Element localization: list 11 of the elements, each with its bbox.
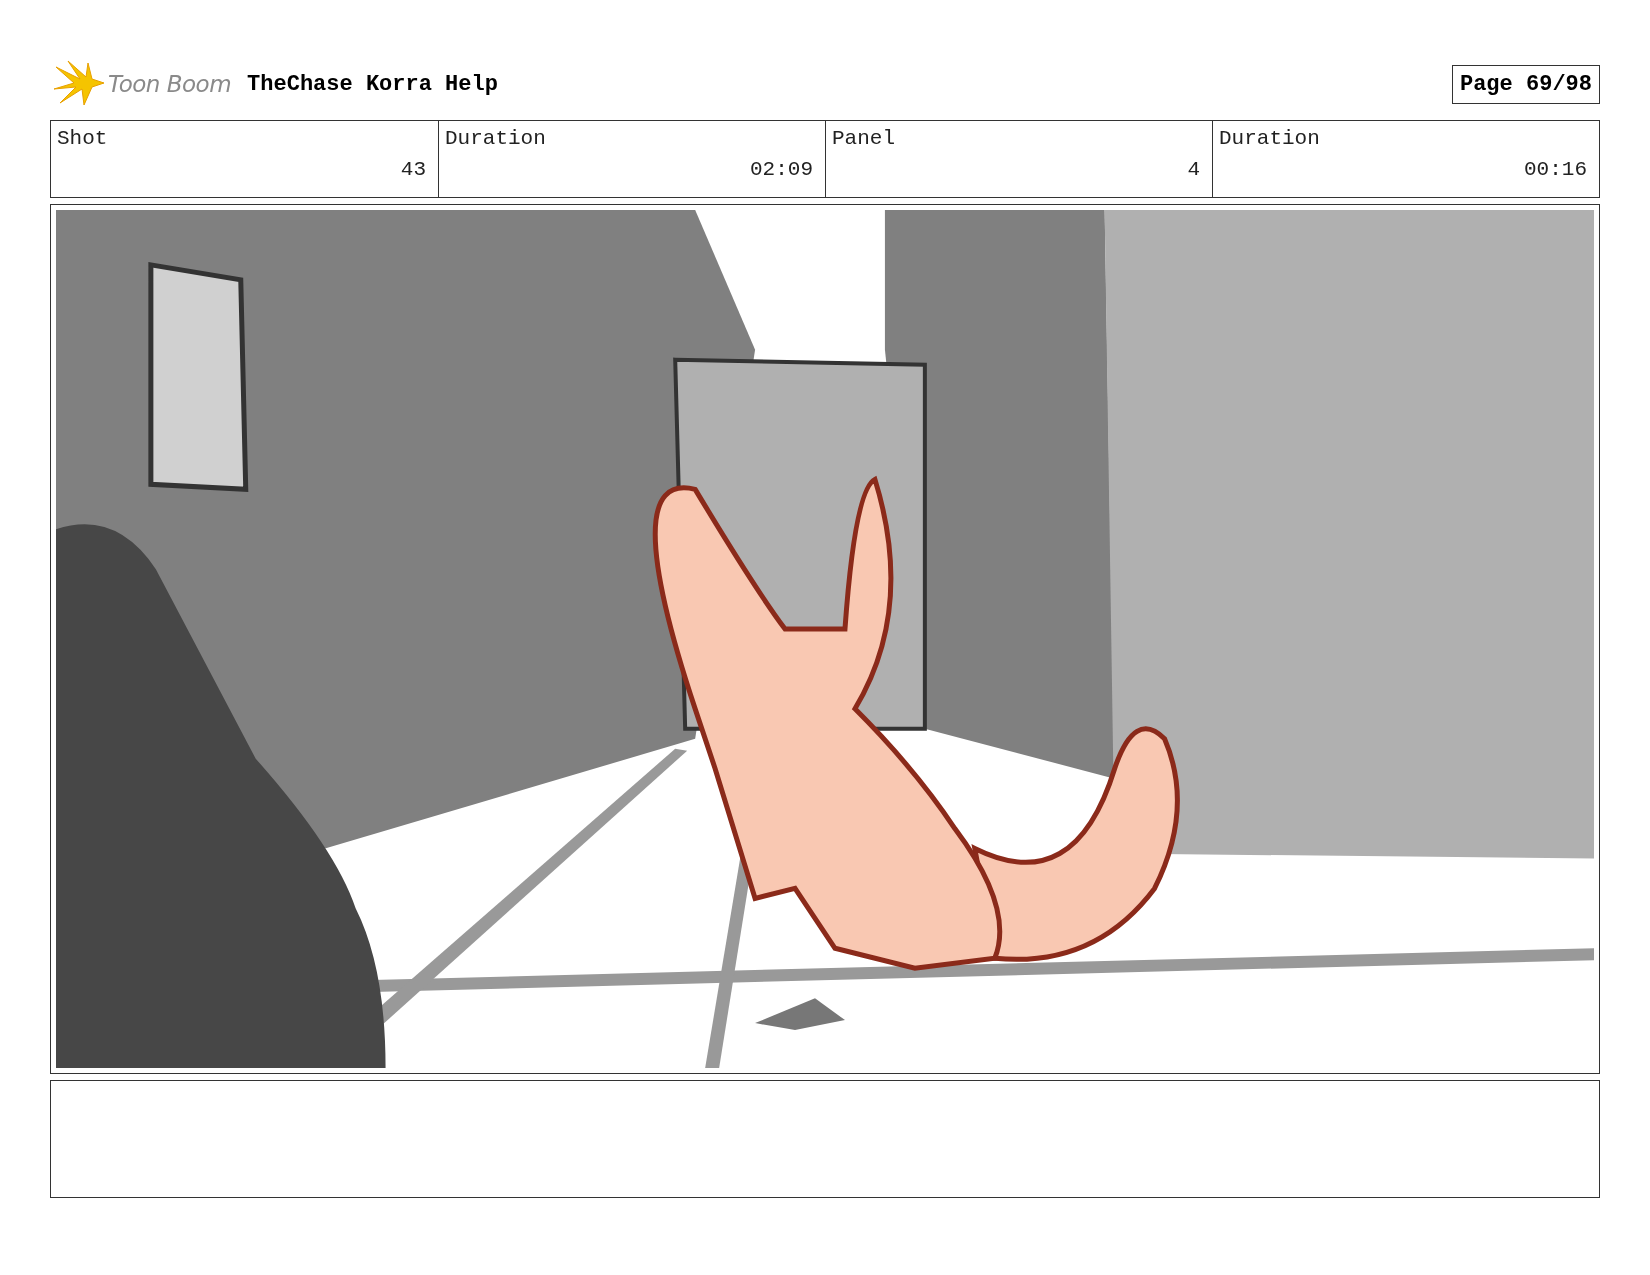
field-value: 00:16 bbox=[1524, 158, 1587, 181]
field-value: 43 bbox=[400, 158, 426, 181]
field-value: 02:09 bbox=[750, 158, 813, 181]
logo-text: Toon Boom bbox=[108, 71, 232, 97]
field-label: Shot bbox=[57, 127, 109, 150]
field-label: Duration bbox=[1219, 127, 1321, 150]
field-value: 4 bbox=[1187, 158, 1200, 181]
field-label: Duration bbox=[445, 127, 547, 150]
page-number: Page 69/98 bbox=[1451, 64, 1600, 104]
storyboard-title: TheChase Korra Help bbox=[247, 71, 498, 97]
field-label: Panel bbox=[832, 127, 896, 150]
